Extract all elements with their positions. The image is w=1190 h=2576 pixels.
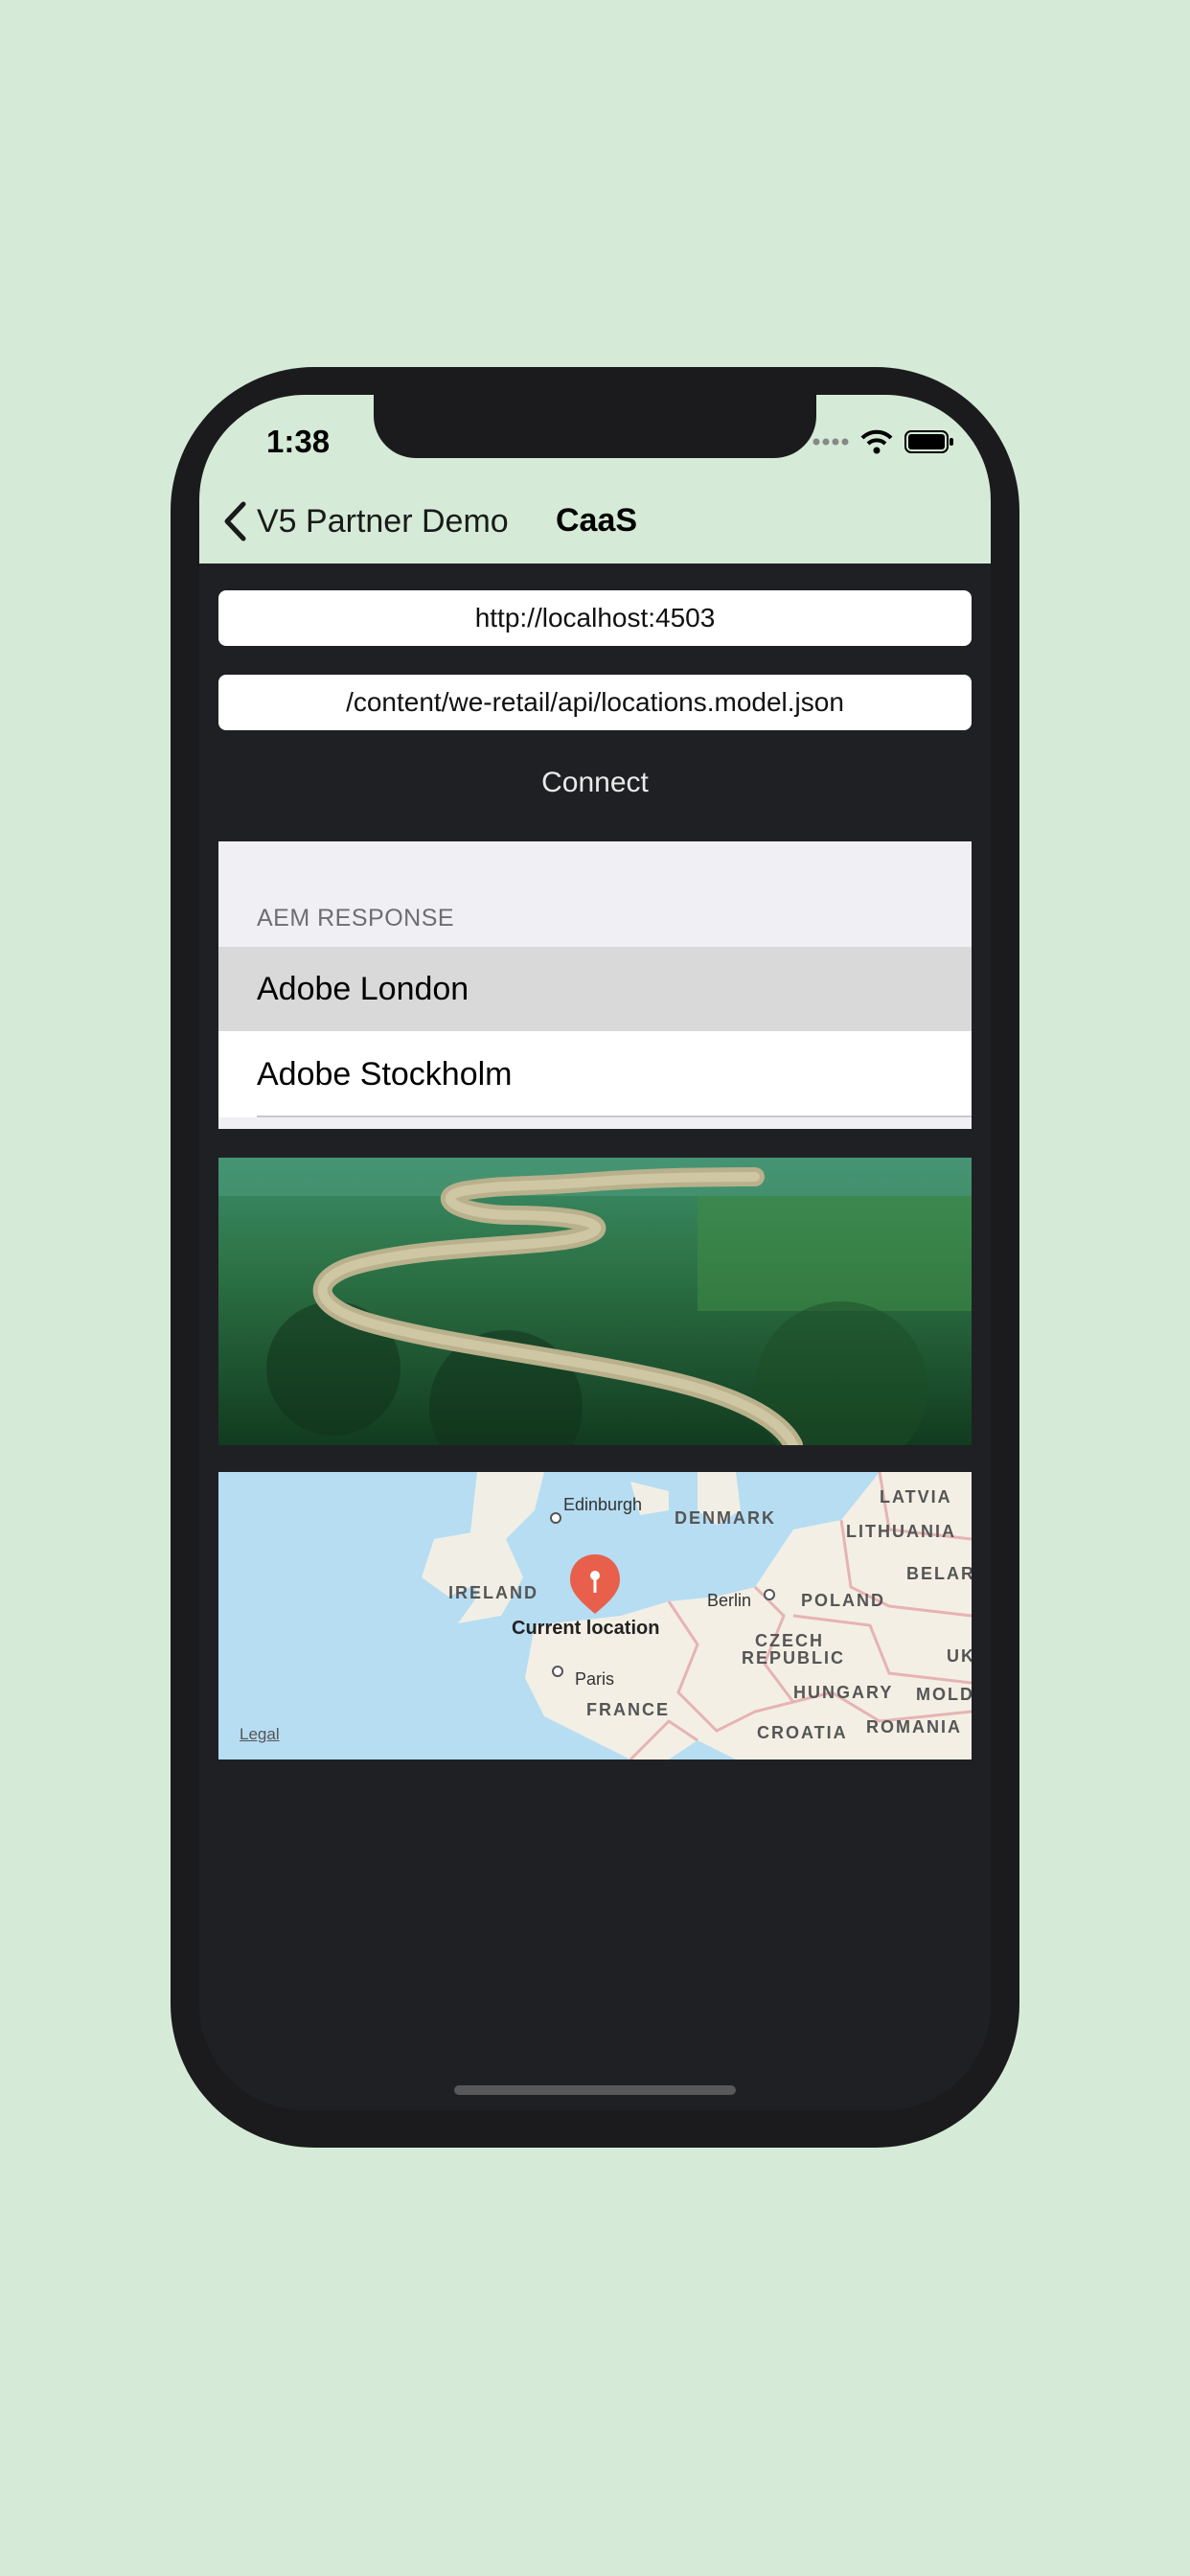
list-item[interactable]: Adobe London — [218, 947, 972, 1031]
map-label-lithuania: LITHUANIA — [846, 1522, 956, 1541]
map-label-denmark: DENMARK — [675, 1508, 776, 1528]
path-input[interactable]: /content/we-retail/api/locations.model.j… — [218, 675, 972, 730]
device-notch — [374, 395, 816, 458]
map-label-moldova: MOLD — [916, 1685, 972, 1704]
battery-icon — [904, 430, 953, 453]
page-title: CaaS — [556, 502, 638, 539]
list-item-label: Adobe Stockholm — [257, 1055, 513, 1092]
back-button[interactable]: V5 Partner Demo — [222, 500, 509, 542]
status-time: 1:38 — [266, 424, 331, 459]
map-legal-link[interactable]: Legal — [240, 1725, 280, 1744]
wifi-icon — [860, 429, 893, 454]
signal-icon — [812, 438, 849, 446]
map-label-poland: POLAND — [801, 1591, 885, 1610]
map-label-berlin: Berlin — [707, 1591, 752, 1610]
map-label-croatia: CROATIA — [757, 1723, 848, 1742]
response-table: AEM RESPONSE Adobe London Adobe Stockhol… — [218, 841, 972, 1129]
location-image — [218, 1158, 972, 1445]
map-label-republic: REPUBLIC — [742, 1648, 846, 1668]
location-map[interactable]: Edinburgh DENMARK LATVIA LITHUANIA IRELA… — [218, 1472, 972, 1760]
map-label-edinburgh: Edinburgh — [563, 1495, 643, 1514]
map-label-france: FRANCE — [586, 1700, 670, 1719]
host-input[interactable]: http://localhost:4503 — [218, 590, 972, 646]
current-location-label: Current location — [512, 1618, 660, 1639]
chevron-left-icon — [224, 501, 246, 541]
list-item[interactable]: Adobe Stockholm — [218, 1031, 972, 1117]
app-screen: 1:38 V5 Partner Demo CaaS http://localho… — [199, 395, 991, 2110]
map-label-ireland: IRELAND — [448, 1583, 538, 1602]
response-section-header: AEM RESPONSE — [257, 905, 455, 932]
map-label-romania: ROMANIA — [866, 1717, 962, 1736]
row-divider — [257, 1116, 972, 1117]
map-label-paris: Paris — [575, 1669, 615, 1689]
connect-button[interactable]: Connect — [199, 767, 991, 799]
map-label-latvia: LATVIA — [880, 1487, 952, 1506]
status-icons — [812, 429, 954, 454]
map-label-hungary: HUNGARY — [793, 1683, 894, 1702]
list-item-label: Adobe London — [257, 970, 469, 1007]
home-indicator — [454, 2085, 736, 2095]
map-label-uk: UK — [947, 1646, 972, 1666]
map-label-belarus: BELAR — [906, 1564, 972, 1583]
back-button-label: V5 Partner Demo — [257, 502, 509, 540]
map-pin-icon — [570, 1554, 620, 1614]
